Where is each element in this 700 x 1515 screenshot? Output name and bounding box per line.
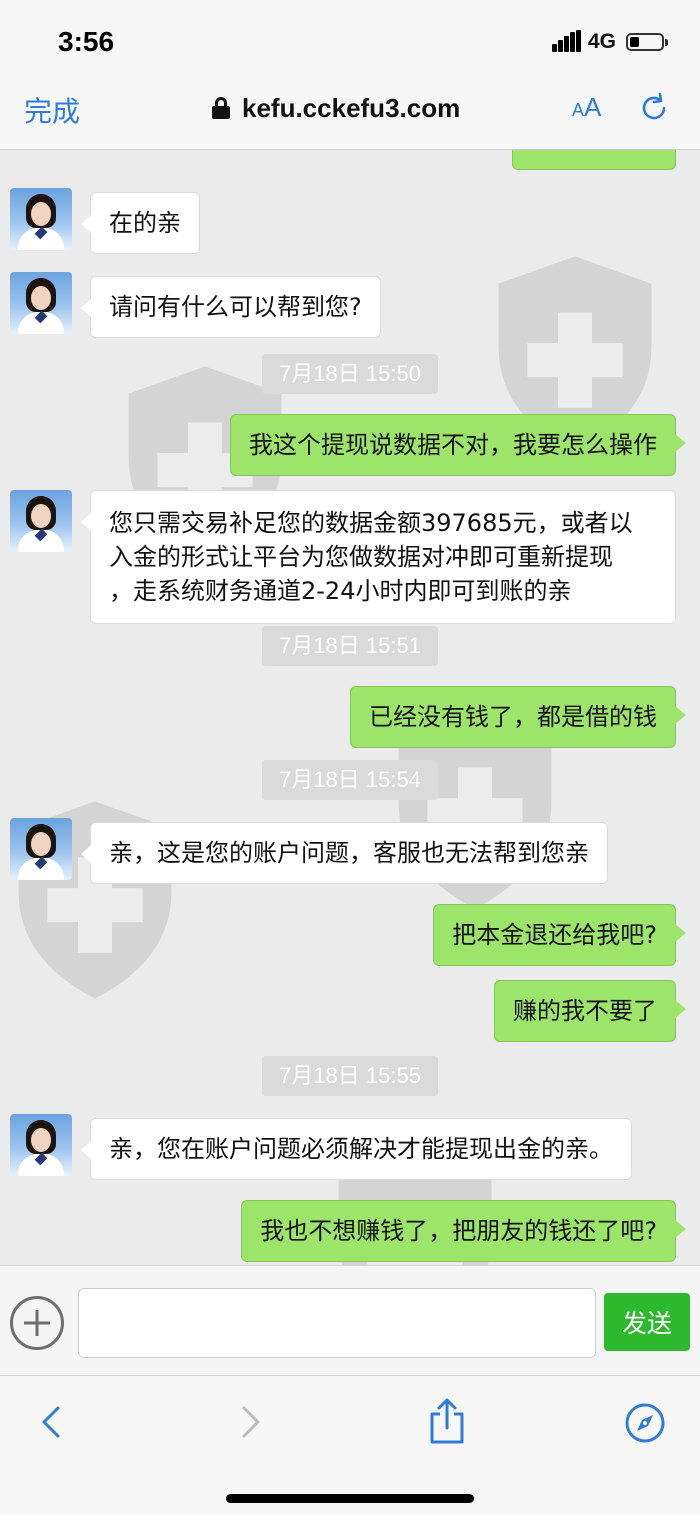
- compass-icon[interactable]: [624, 1402, 666, 1444]
- status-time: 3:56: [58, 26, 115, 57]
- received-message-bubble: 亲，这是您的账户问题，客服也无法帮到您亲: [81, 822, 608, 884]
- received-message-bubble: 在的亲: [81, 192, 200, 254]
- message-text: 赚的我不要了: [513, 997, 657, 1025]
- message-text: 亲，这是您的账户问题，客服也无法帮到您亲: [109, 839, 589, 867]
- sent-message-bubble: 把本金退还给我吧?: [433, 904, 686, 966]
- message-text: 把本金退还给我吧?: [452, 921, 657, 949]
- message-line: ，走系统财务通道2-24小时内即可到账的亲: [109, 577, 572, 605]
- message-timestamp: 7月18日 15:51: [262, 626, 438, 666]
- agent-avatar: [10, 188, 72, 250]
- browser-nav-bar: 完成 kefu.cckefu3.com AA: [0, 80, 700, 150]
- url-text: kefu.cckefu3.com: [242, 92, 461, 123]
- back-icon[interactable]: [32, 1402, 72, 1442]
- received-message-bubble: 您只需交易补足您的数据金额397685元，或者以 入金的形式让平台为您做数据对冲…: [81, 490, 676, 624]
- signal-icon: [552, 30, 582, 52]
- agent-avatar: [10, 818, 72, 880]
- text-size-button[interactable]: AA: [572, 92, 601, 123]
- home-indicator: [226, 1494, 474, 1503]
- message-text: 已经没有钱了，都是借的钱: [369, 703, 657, 731]
- battery-icon: [626, 33, 668, 51]
- message-text: 我这个提现说数据不对，我要怎么操作: [249, 431, 657, 459]
- agent-avatar: [10, 1114, 72, 1176]
- message-line: 您只需交易补足您的数据金额397685元，或者以: [109, 509, 633, 537]
- send-button[interactable]: 发送: [604, 1293, 690, 1351]
- message-text: 我也不想赚钱了，把朋友的钱还了吧?: [260, 1217, 657, 1245]
- message-line: 入金的形式让平台为您做数据对冲即可重新提现: [109, 543, 613, 571]
- address-bar[interactable]: kefu.cckefu3.com: [212, 90, 460, 126]
- done-button[interactable]: 完成: [24, 90, 80, 130]
- message-timestamp: 7月18日 15:54: [262, 760, 438, 800]
- sent-message-bubble: 赚的我不要了: [494, 980, 686, 1042]
- sent-message-bubble-partial: [512, 150, 676, 170]
- network-type: 4G: [588, 30, 617, 53]
- sent-message-bubble: 已经没有钱了，都是借的钱: [350, 686, 686, 748]
- status-bar: 3:56 4G: [0, 0, 700, 80]
- message-input[interactable]: [78, 1288, 596, 1358]
- forward-icon[interactable]: [230, 1402, 270, 1442]
- message-input-bar: 发送: [0, 1265, 700, 1375]
- share-icon[interactable]: [426, 1398, 468, 1444]
- message-text: 在的亲: [109, 209, 181, 237]
- received-message-bubble: 亲，您在账户问题必须解决才能提现出金的亲。: [81, 1118, 632, 1180]
- chat-area[interactable]: 在的亲 请问有什么可以帮到您? 7月18日 15:50 我这个提现说数据不对，我…: [0, 150, 700, 1265]
- sent-message-bubble: 我这个提现说数据不对，我要怎么操作: [230, 414, 686, 476]
- browser-toolbar: [0, 1375, 700, 1515]
- message-text: 请问有什么可以帮到您?: [109, 293, 362, 321]
- reload-icon[interactable]: [638, 92, 670, 124]
- message-timestamp: 7月18日 15:50: [262, 354, 438, 394]
- sent-message-bubble: 我也不想赚钱了，把朋友的钱还了吧?: [241, 1200, 686, 1262]
- message-timestamp: 7月18日 15:55: [262, 1056, 438, 1096]
- agent-avatar: [10, 490, 72, 552]
- received-message-bubble: 请问有什么可以帮到您?: [81, 276, 381, 338]
- agent-avatar: [10, 272, 72, 334]
- add-attachment-button[interactable]: [10, 1296, 64, 1350]
- text-size-small: A: [572, 100, 585, 120]
- text-size-large: A: [584, 92, 602, 122]
- lock-icon: [212, 97, 230, 119]
- message-text: 亲，您在账户问题必须解决才能提现出金的亲。: [109, 1135, 613, 1163]
